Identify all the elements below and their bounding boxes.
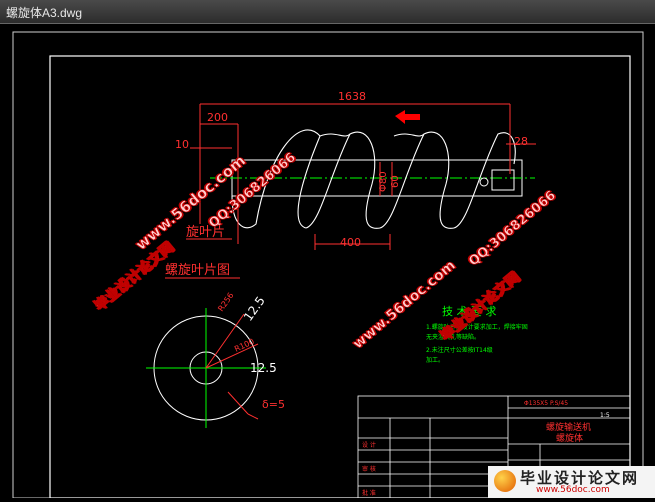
dim-28: 28 [514, 135, 528, 148]
window-titlebar: 螺旋体A3.dwg [0, 0, 655, 24]
dim-125-a: 12.5 [241, 294, 268, 324]
brand-url: www.56doc.com [536, 485, 610, 495]
tech-line-4: 加工。 [426, 356, 444, 364]
dim-125-b: 12.5 [250, 361, 277, 375]
dim-total: 1638 [338, 90, 366, 103]
tb-spec: Φ135X5 P.S/45 [524, 400, 568, 407]
drawing-canvas[interactable]: 1638 200 10 28 400 Φ80 60 旋叶片 螺旋叶片图 R256… [0, 24, 655, 499]
tb-approve: 批 准 [362, 489, 376, 497]
dimension-lines [190, 103, 536, 250]
dim-400: 400 [340, 236, 361, 249]
brand-logo-icon [494, 470, 516, 492]
delta-label: δ=5 [262, 398, 285, 411]
tech-line-3: 2.未注尺寸公差按IT14级 [426, 346, 493, 354]
window-title: 螺旋体A3.dwg [6, 6, 83, 20]
shaft-end-bolt [491, 169, 515, 191]
blade-view-title: 螺旋叶片图 [165, 263, 230, 278]
tb-design: 设 计 [362, 441, 376, 449]
dim-10: 10 [175, 138, 189, 151]
dim-r-a: R256 [216, 291, 235, 313]
tb-check: 审 核 [362, 465, 376, 473]
dim-r-b: R100 [233, 337, 256, 354]
dim-200: 200 [207, 111, 228, 124]
tb-scale: 1:5 [600, 412, 610, 419]
direction-arrow-icon [395, 110, 420, 124]
brand-banner: 毕业设计论文网 www.56doc.com [488, 466, 655, 498]
bolt-circle [479, 177, 489, 187]
tb-name-2: 螺旋体 [556, 432, 583, 444]
tb-name-1: 螺旋输送机 [546, 421, 591, 433]
dim-phi: Φ80 [378, 171, 389, 192]
dim-60: 60 [390, 175, 401, 188]
cad-drawing[interactable]: 1638 200 10 28 400 Φ80 60 旋叶片 螺旋叶片图 R256… [0, 24, 655, 499]
